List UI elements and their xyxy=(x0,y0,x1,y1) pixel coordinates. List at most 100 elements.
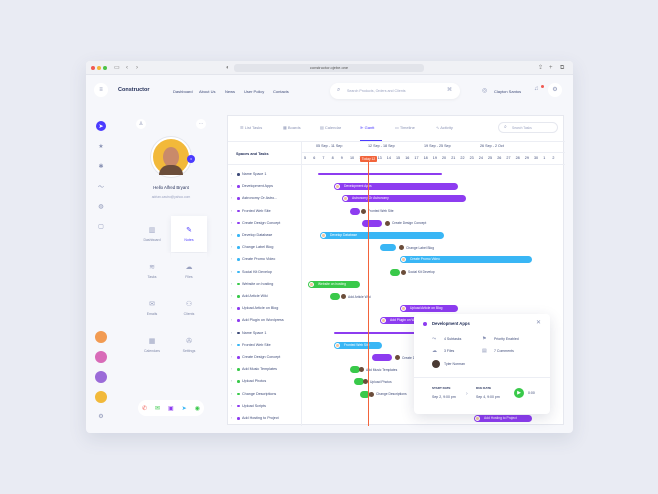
grid-calendars[interactable]: ▦ Calendars xyxy=(134,327,170,363)
gantt-bar[interactable] xyxy=(372,354,392,361)
gantt-bar[interactable] xyxy=(362,219,382,227)
gantt-bar[interactable]: Development Apps xyxy=(334,183,458,191)
gantt-bar[interactable]: Add Hosting to Project xyxy=(474,415,532,422)
chevron-icon[interactable]: › xyxy=(231,196,232,200)
play-button[interactable]: ▶ xyxy=(514,388,524,398)
forward-icon[interactable]: › xyxy=(136,64,138,72)
chevron-icon[interactable]: › xyxy=(231,233,232,237)
chevron-icon[interactable]: › xyxy=(231,282,232,286)
grid-tasks[interactable]: ≋ Tasks xyxy=(134,253,170,289)
chevron-icon[interactable]: › xyxy=(231,294,232,298)
chevron-icon[interactable]: › xyxy=(231,379,232,383)
nav-news[interactable]: News xyxy=(225,89,235,94)
bell-icon[interactable]: ♫ xyxy=(534,86,539,92)
tab-calendar[interactable]: ▤ Calendar xyxy=(320,125,341,130)
gantt-bar[interactable] xyxy=(330,293,340,300)
grid-files[interactable]: ☁ Files xyxy=(171,253,207,289)
popup-close-icon[interactable]: ✕ xyxy=(536,319,541,326)
rail-globe-icon[interactable]: ◍ xyxy=(96,201,106,211)
gantt-bar[interactable] xyxy=(318,173,442,175)
chevron-icon[interactable]: › xyxy=(231,209,232,213)
gantt-bar[interactable]: Create Promo Video xyxy=(400,256,532,264)
close-dot[interactable] xyxy=(91,66,95,70)
task-row-label: Fronted Web Site xyxy=(242,342,271,347)
chevron-icon[interactable]: › xyxy=(231,416,232,420)
chevron-icon[interactable]: › xyxy=(231,172,232,176)
grid-notes[interactable]: ✎ Notes xyxy=(171,216,207,252)
rail-settings-icon[interactable]: ✱ xyxy=(96,161,106,171)
rail-avatar-1[interactable] xyxy=(95,331,107,343)
global-search[interactable]: ⌕ Search Products, Orders and Clients ⌘ xyxy=(330,83,460,99)
phone-icon[interactable]: ✆ xyxy=(142,405,147,412)
chevron-icon[interactable]: › xyxy=(231,404,232,408)
nav-about-us[interactable]: About Us xyxy=(199,89,215,94)
rail-star-icon[interactable]: ★ xyxy=(96,141,106,151)
profile-user-icon[interactable]: ♙ xyxy=(136,119,146,129)
chevron-icon[interactable]: › xyxy=(231,184,232,188)
url-bar[interactable]: constructor.ojebe.one xyxy=(234,64,424,72)
tab-gantt[interactable]: ⊫ Gantt xyxy=(360,125,374,130)
profile-avatar[interactable] xyxy=(151,137,191,177)
whatsapp-icon[interactable]: ◉ xyxy=(195,405,200,412)
gantt-bar[interactable]: Astronomy Or Astronomy xyxy=(342,195,466,203)
tab-timeline[interactable]: ▭ Timeline xyxy=(395,125,415,130)
back-icon[interactable]: ‹ xyxy=(126,64,128,72)
day-header: 6 xyxy=(313,156,316,160)
assignee-avatar[interactable] xyxy=(432,360,440,368)
rail-avatar-4[interactable] xyxy=(95,391,107,403)
rail-chat-icon[interactable]: ▢ xyxy=(96,221,106,231)
email-icon[interactable]: ✉ xyxy=(155,405,160,412)
chevron-icon[interactable]: › xyxy=(231,257,232,261)
menu-button[interactable]: ≡ xyxy=(94,83,108,97)
chevron-icon[interactable]: › xyxy=(231,355,232,359)
gantt-bar[interactable]: Website on hosting xyxy=(308,280,360,288)
due-date[interactable]: Sep 4, 9:00 pm xyxy=(476,395,500,399)
start-date[interactable]: Sep 2, 9:00 pm xyxy=(432,395,456,399)
chevron-icon[interactable]: › xyxy=(231,318,232,322)
tab-list-tasks[interactable]: ☰ List Tasks xyxy=(240,125,262,130)
chevron-icon[interactable]: › xyxy=(231,367,232,371)
minimize-dot[interactable] xyxy=(97,66,101,70)
chevron-icon[interactable]: › xyxy=(231,392,232,396)
nav-contacts[interactable]: Contacts xyxy=(273,89,289,94)
grid-dashboard[interactable]: ▥ Dashboard xyxy=(134,216,170,252)
profile-more-icon[interactable]: ⋯ xyxy=(196,119,206,129)
chevron-icon[interactable]: › xyxy=(231,245,232,249)
tab-activity[interactable]: ∿ Activity xyxy=(436,125,453,130)
rail-help-icon[interactable]: ⚙ xyxy=(96,411,106,421)
gantt-bar[interactable] xyxy=(380,244,396,252)
bar-avatar xyxy=(309,281,314,287)
video-icon[interactable]: ▣ xyxy=(168,405,174,412)
rail-avatar-2[interactable] xyxy=(95,351,107,363)
new-tab-icon[interactable]: + xyxy=(549,64,553,72)
gantt-bar[interactable] xyxy=(390,268,400,276)
task-search[interactable]: ⌕ Search Tasks xyxy=(498,122,558,133)
rail-avatar-3[interactable] xyxy=(95,371,107,383)
tabs-icon[interactable]: ⧉ xyxy=(560,64,564,72)
chevron-icon[interactable]: › xyxy=(231,270,232,274)
brand-logo[interactable]: Constructor xyxy=(118,87,149,93)
sidebar-toggle-icon[interactable]: ▭ xyxy=(114,64,120,72)
grid-emails[interactable]: ✉ Emails xyxy=(134,290,170,326)
tab-boards[interactable]: ▦ Boards xyxy=(283,125,301,130)
share-icon[interactable]: ⇪ xyxy=(538,64,543,72)
telegram-icon[interactable]: ➤ xyxy=(182,405,187,412)
chevron-icon[interactable]: › xyxy=(231,306,232,310)
gantt-bar[interactable] xyxy=(350,207,360,215)
nav-user-policy[interactable]: User Policy xyxy=(244,89,264,94)
chevron-icon[interactable]: › xyxy=(231,331,232,335)
gantt-bar[interactable]: Develop Database xyxy=(320,232,444,239)
bar-external-label: Change Label Blog xyxy=(406,245,435,250)
grid-settings[interactable]: ✇ Settings xyxy=(171,327,207,363)
rail-chart-icon[interactable]: 〜 xyxy=(96,181,106,191)
settings-button[interactable]: ⚙ xyxy=(548,83,562,97)
gantt-bar[interactable]: Fronted Web Site xyxy=(334,341,382,349)
nav-dashboard[interactable]: Dashboard xyxy=(173,89,193,94)
rail-compass-icon[interactable]: ➤ xyxy=(96,121,106,131)
chevron-icon[interactable]: › xyxy=(231,221,232,225)
gantt-bar[interactable]: Upload Article on Blog xyxy=(400,305,458,313)
user-name[interactable]: Clayton Santos xyxy=(494,89,521,94)
maximize-dot[interactable] xyxy=(103,66,107,70)
chevron-icon[interactable]: › xyxy=(231,343,232,347)
grid-clients[interactable]: ⚇ Clients xyxy=(171,290,207,326)
